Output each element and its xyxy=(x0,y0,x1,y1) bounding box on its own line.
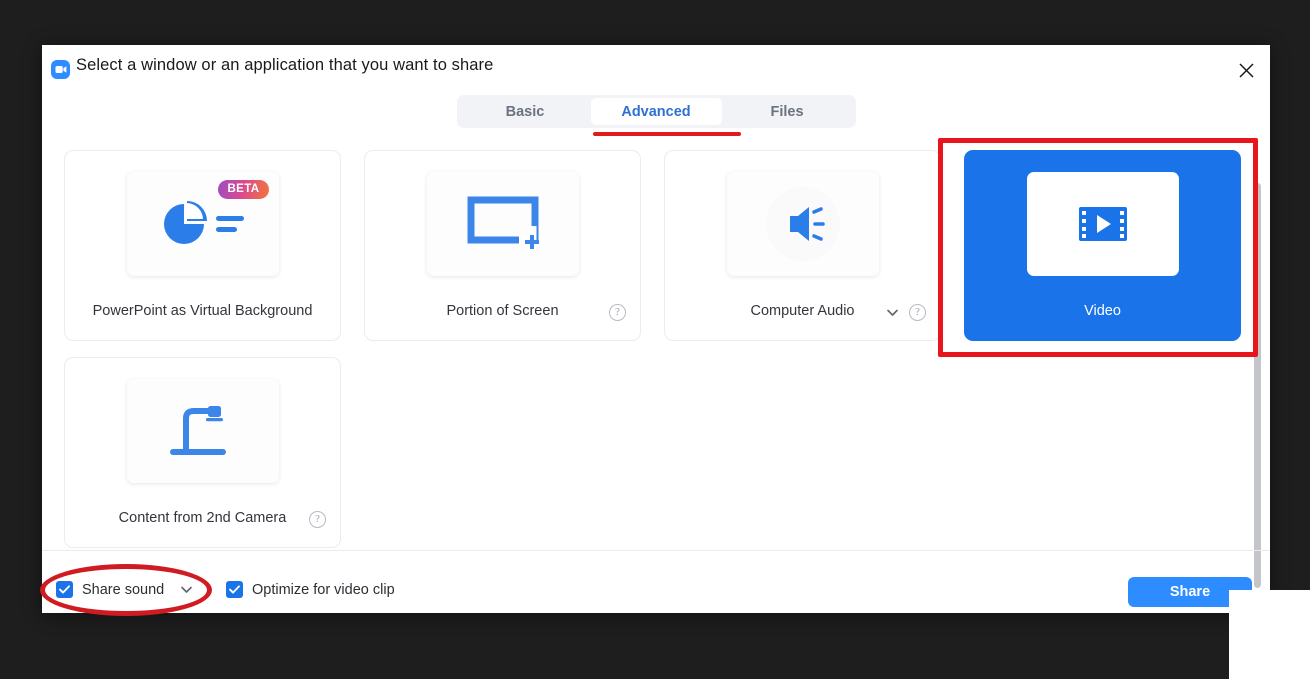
share-selection-dialog: Select a window or an application that y… xyxy=(42,45,1270,613)
card-content-from-2nd-camera[interactable]: Content from 2nd Camera ? xyxy=(64,357,341,548)
optimize-for-video-clip-option[interactable]: Optimize for video clip xyxy=(226,581,395,598)
grid-scrollbar-thumb[interactable] xyxy=(1254,183,1261,588)
grid-row-2: Content from 2nd Camera ? xyxy=(64,357,1246,548)
tab-files[interactable]: Files xyxy=(722,98,853,125)
tab-basic[interactable]: Basic xyxy=(460,98,591,125)
card-computer-audio[interactable]: Computer Audio ? xyxy=(664,150,941,341)
card-label: Portion of Screen xyxy=(446,303,559,319)
dialog-footer: Share sound Optimize for video clip Shar… xyxy=(42,551,1270,613)
card-video[interactable]: Video xyxy=(964,150,1241,341)
card-thumbnail: BETA xyxy=(126,172,279,276)
help-icon[interactable]: ? xyxy=(309,511,326,528)
card-label: Video xyxy=(1084,303,1121,319)
tab-advanced[interactable]: Advanced xyxy=(590,98,722,125)
card-label: Content from 2nd Camera xyxy=(118,510,287,526)
card-thumbnail xyxy=(426,172,579,276)
chevron-down-icon[interactable] xyxy=(886,306,900,320)
beta-badge: BETA xyxy=(218,180,269,199)
share-source-grid: BETA PowerPoint as Virtual Background Po… xyxy=(64,150,1246,590)
advanced-tab-underline-annotation xyxy=(592,132,741,136)
tabbar: Basic Advanced Files xyxy=(456,95,856,136)
grid-scrollbar-track[interactable] xyxy=(1254,153,1261,590)
document-camera-icon xyxy=(169,406,226,455)
card-label: PowerPoint as Virtual Background xyxy=(92,303,313,319)
dialog-titlebar: Select a window or an application that y… xyxy=(42,45,1270,93)
card-portion-of-screen[interactable]: Portion of Screen ? xyxy=(364,150,641,341)
optimize-video-label: Optimize for video clip xyxy=(252,581,395,598)
zoom-video-logo-icon xyxy=(51,60,70,79)
help-icon[interactable]: ? xyxy=(909,304,926,321)
video-film-play-icon xyxy=(1078,207,1127,241)
overlay-panel xyxy=(1229,590,1310,679)
help-icon[interactable]: ? xyxy=(609,304,626,321)
speaker-audio-icon xyxy=(765,187,840,261)
share-sound-label: Share sound xyxy=(82,581,165,598)
screen: Select a window or an application that y… xyxy=(0,0,1310,679)
grid-row-1: BETA PowerPoint as Virtual Background Po… xyxy=(64,150,1246,341)
card-powerpoint-as-virtual-background[interactable]: BETA PowerPoint as Virtual Background xyxy=(64,150,341,341)
card-thumbnail xyxy=(726,172,879,276)
chevron-down-icon[interactable] xyxy=(180,583,194,597)
card-thumbnail xyxy=(1026,172,1179,276)
close-icon[interactable] xyxy=(1232,56,1260,84)
optimize-video-checkbox[interactable] xyxy=(226,581,243,598)
pie-chart-icon xyxy=(163,201,244,244)
share-sound-option[interactable]: Share sound xyxy=(56,581,194,598)
tabbar-wrapper: Basic Advanced Files xyxy=(42,95,1270,136)
share-sound-checkbox[interactable] xyxy=(56,581,73,598)
dialog-title: Select a window or an application that y… xyxy=(76,56,494,74)
screen-portion-crosshair-icon xyxy=(467,196,539,249)
card-thumbnail xyxy=(126,379,279,483)
